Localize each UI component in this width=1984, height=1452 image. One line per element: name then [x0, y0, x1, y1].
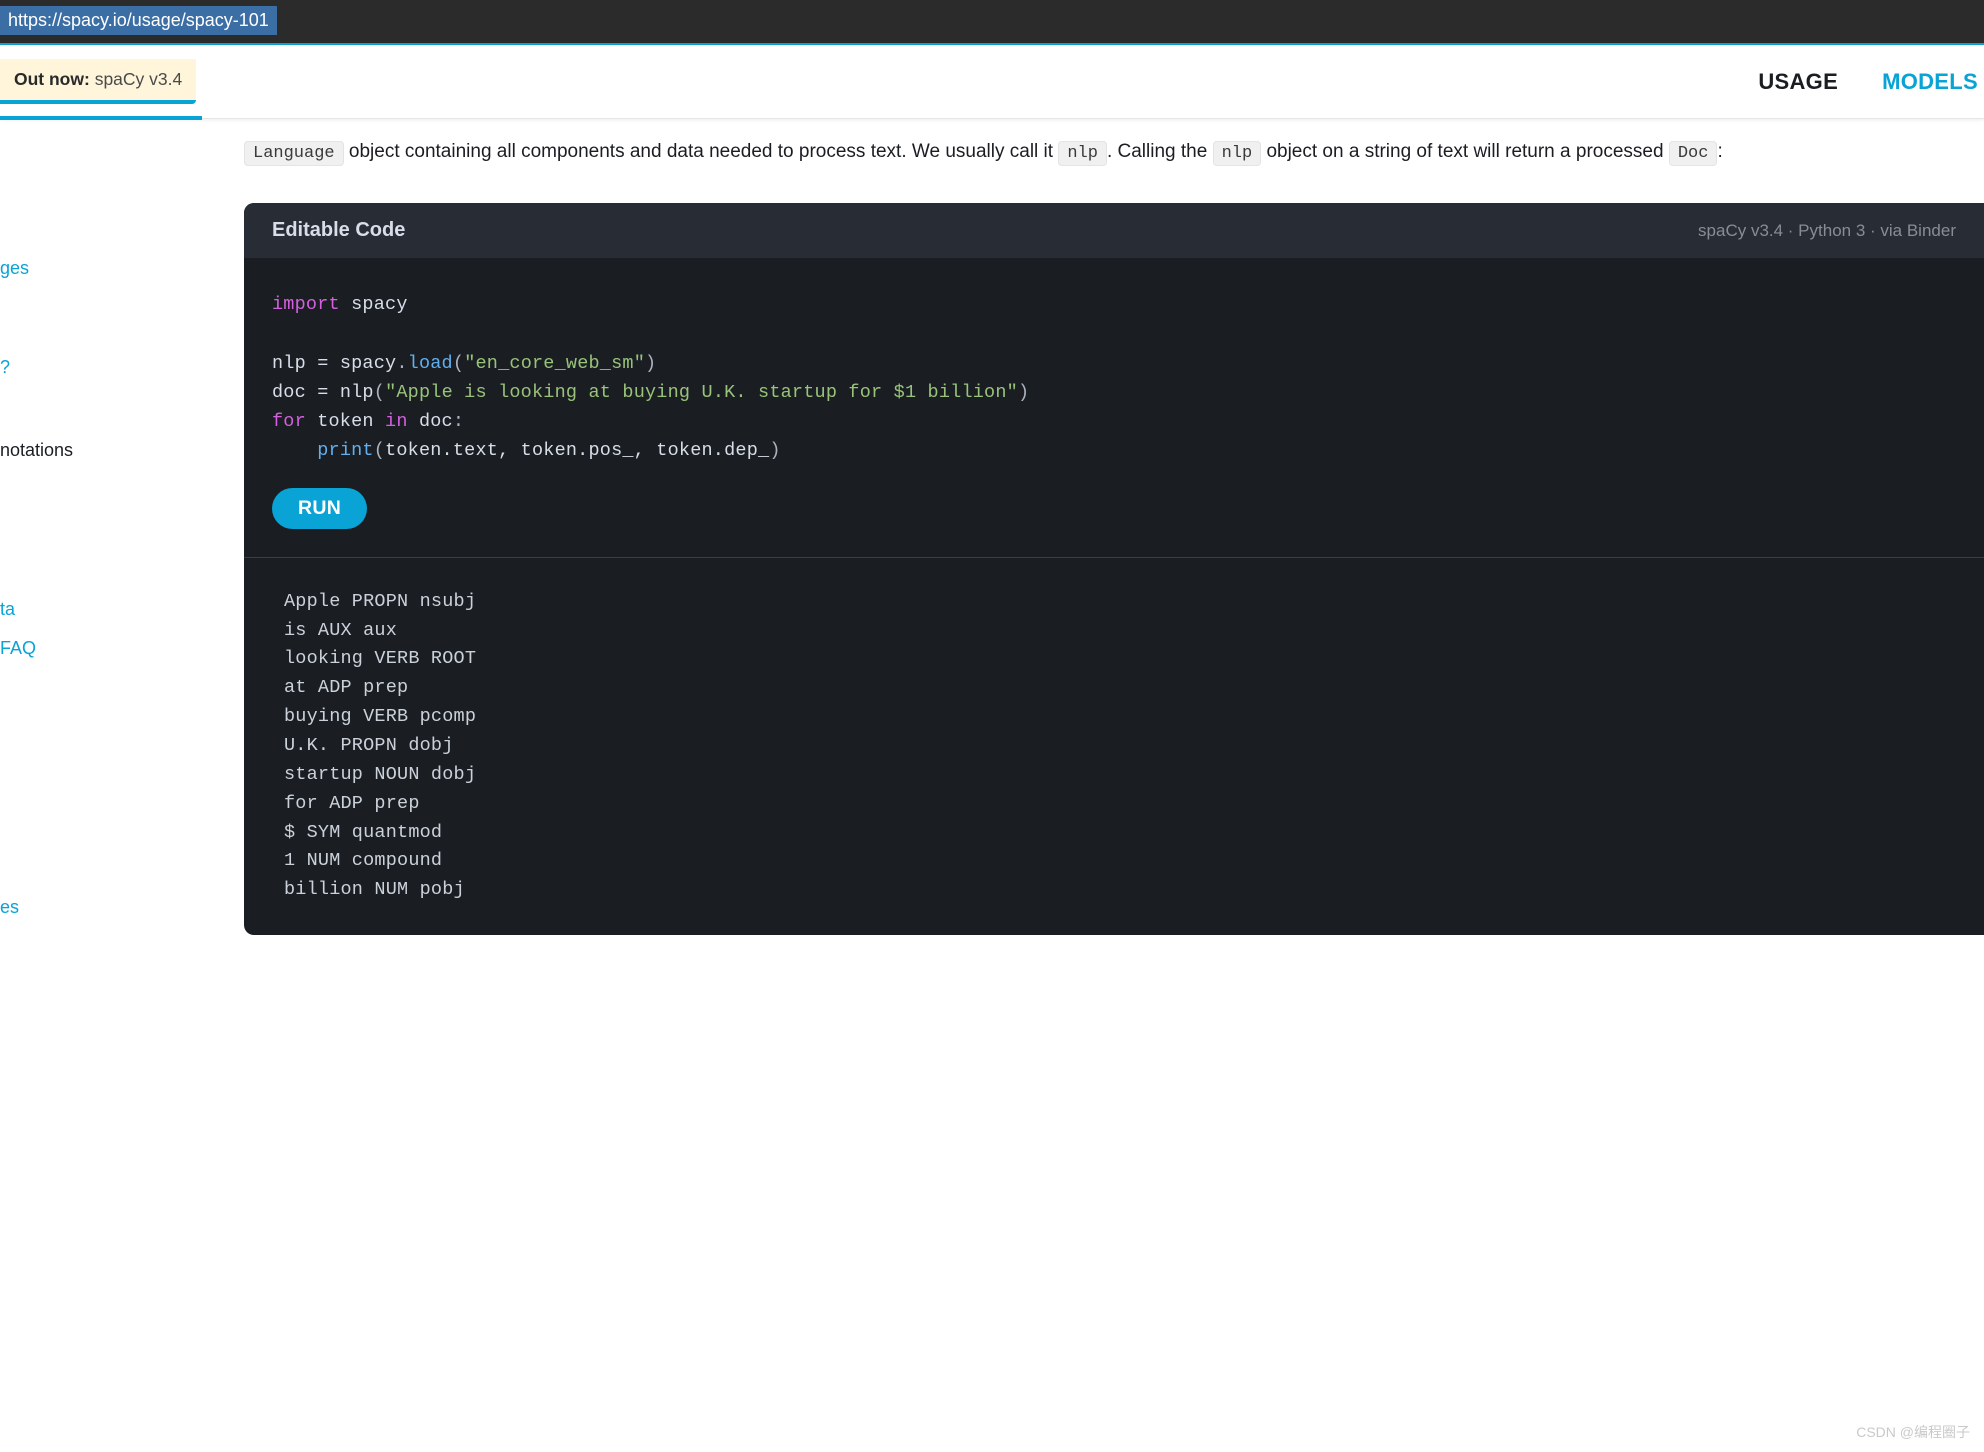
- code-editor[interactable]: import spacy nlp = spacy.load("en_core_w…: [244, 258, 1984, 556]
- main-layout: ges ? notations ta FAQ es Language objec…: [0, 119, 1984, 987]
- sidebar-item[interactable]: es: [0, 888, 220, 927]
- nav-models[interactable]: MODELS: [1882, 69, 1978, 95]
- watermark: CSDN @编程圈子: [1856, 1422, 1970, 1442]
- code-output: Apple PROPN nsubj is AUX aux looking VER…: [244, 558, 1984, 935]
- inline-code-nlp: nlp: [1058, 141, 1107, 166]
- nav-active-indicator: [0, 116, 202, 120]
- code-header: Editable Code spaCy v3.4 · Python 3 · vi…: [244, 203, 1984, 258]
- nav-links: USAGE MODELS: [1758, 69, 1984, 95]
- url-bar: https://spacy.io/usage/spacy-101: [0, 0, 1984, 45]
- sidebar-item[interactable]: ?: [0, 348, 220, 387]
- banner-link[interactable]: spaCy v3.4: [95, 69, 183, 89]
- sidebar-item[interactable]: ta: [0, 590, 220, 629]
- sidebar-item[interactable]: FAQ: [0, 629, 220, 668]
- sidebar: ges ? notations ta FAQ es: [0, 119, 220, 987]
- main-content: Language object containing all component…: [220, 119, 1984, 987]
- intro-paragraph: Language object containing all component…: [244, 137, 1984, 167]
- sidebar-item[interactable]: notations: [0, 431, 220, 470]
- code-meta: spaCy v3.4 · Python 3 · via Binder: [1698, 221, 1956, 241]
- code-title: Editable Code: [272, 219, 405, 242]
- announcement-banner[interactable]: Out now: spaCy v3.4: [0, 59, 196, 104]
- run-button[interactable]: RUN: [272, 488, 367, 529]
- url-text[interactable]: https://spacy.io/usage/spacy-101: [0, 6, 277, 35]
- inline-code-doc: Doc: [1669, 141, 1718, 166]
- top-nav: Out now: spaCy v3.4 USAGE MODELS: [0, 45, 1984, 119]
- code-block: Editable Code spaCy v3.4 · Python 3 · vi…: [244, 203, 1984, 935]
- sidebar-item[interactable]: ges: [0, 249, 220, 288]
- nav-usage[interactable]: USAGE: [1758, 69, 1838, 95]
- banner-prefix: Out now:: [14, 69, 90, 89]
- inline-code-language: Language: [244, 141, 344, 166]
- inline-code-nlp2: nlp: [1213, 141, 1262, 166]
